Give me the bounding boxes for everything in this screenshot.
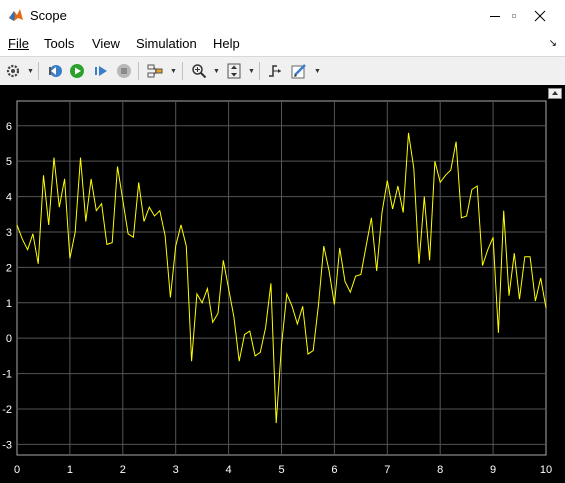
menu-view[interactable]: View	[92, 36, 120, 51]
run-button[interactable]	[68, 62, 86, 80]
zoom-icon	[192, 64, 207, 79]
toolbar-separator	[138, 62, 139, 80]
autoscale-dropdown-icon[interactable]: ▼	[248, 68, 255, 75]
close-button[interactable]	[517, 0, 563, 31]
autoscale-icon	[227, 63, 241, 79]
undock-button[interactable]	[548, 88, 562, 99]
menu-tools-label: Tools	[44, 36, 75, 51]
menu-file-label: File	[8, 36, 29, 51]
zoom-button[interactable]	[190, 62, 208, 80]
toolbar-separator	[182, 62, 183, 80]
settings-button[interactable]	[4, 62, 22, 80]
stop-button[interactable]	[115, 62, 133, 80]
menu-file[interactable]: File	[8, 36, 29, 51]
toolbar-separator	[38, 62, 39, 80]
menu-tools[interactable]: Tools	[44, 36, 74, 51]
maximize-button[interactable]	[468, 0, 516, 31]
step-forward-button[interactable]	[92, 62, 110, 80]
maximize-icon	[512, 13, 516, 18]
highlight-icon	[147, 64, 163, 78]
menu-simulation-label: Simulation	[136, 36, 197, 51]
edit-style-dropdown-icon[interactable]: ▼	[314, 68, 321, 75]
edit-style-icon	[291, 64, 306, 79]
menu-help[interactable]: Help	[213, 36, 240, 51]
step-back-icon	[49, 65, 62, 77]
toolbar-separator	[259, 62, 260, 80]
menu-simulation[interactable]: Simulation	[136, 36, 197, 51]
matlab-icon	[9, 9, 23, 21]
trigger-icon	[269, 65, 281, 77]
run-icon	[70, 64, 84, 78]
title-bar: Scope	[0, 0, 565, 32]
dock-arrow-icon[interactable]: ↘	[549, 38, 557, 49]
menu-bar: File Tools View Simulation Help ↘	[0, 32, 565, 56]
toolbar: ▼ ▼ ▼ ▼ ▼	[0, 56, 565, 86]
stop-icon	[117, 64, 131, 78]
autoscale-button[interactable]	[225, 62, 243, 80]
edit-style-button[interactable]	[290, 62, 308, 80]
scope-display	[0, 85, 565, 483]
trigger-button[interactable]	[266, 62, 284, 80]
zoom-dropdown-icon[interactable]: ▼	[213, 68, 220, 75]
highlight-dropdown-icon[interactable]: ▼	[170, 68, 177, 75]
highlight-button[interactable]	[146, 62, 164, 80]
step-forward-icon	[95, 66, 107, 76]
menu-view-label: View	[92, 36, 120, 51]
menu-help-label: Help	[213, 36, 240, 51]
close-icon	[534, 10, 546, 21]
undock-icon	[552, 91, 558, 95]
settings-icon	[6, 64, 20, 78]
settings-dropdown-icon[interactable]: ▼	[27, 68, 34, 75]
step-back-button[interactable]	[46, 62, 64, 80]
window-title: Scope	[30, 8, 67, 23]
